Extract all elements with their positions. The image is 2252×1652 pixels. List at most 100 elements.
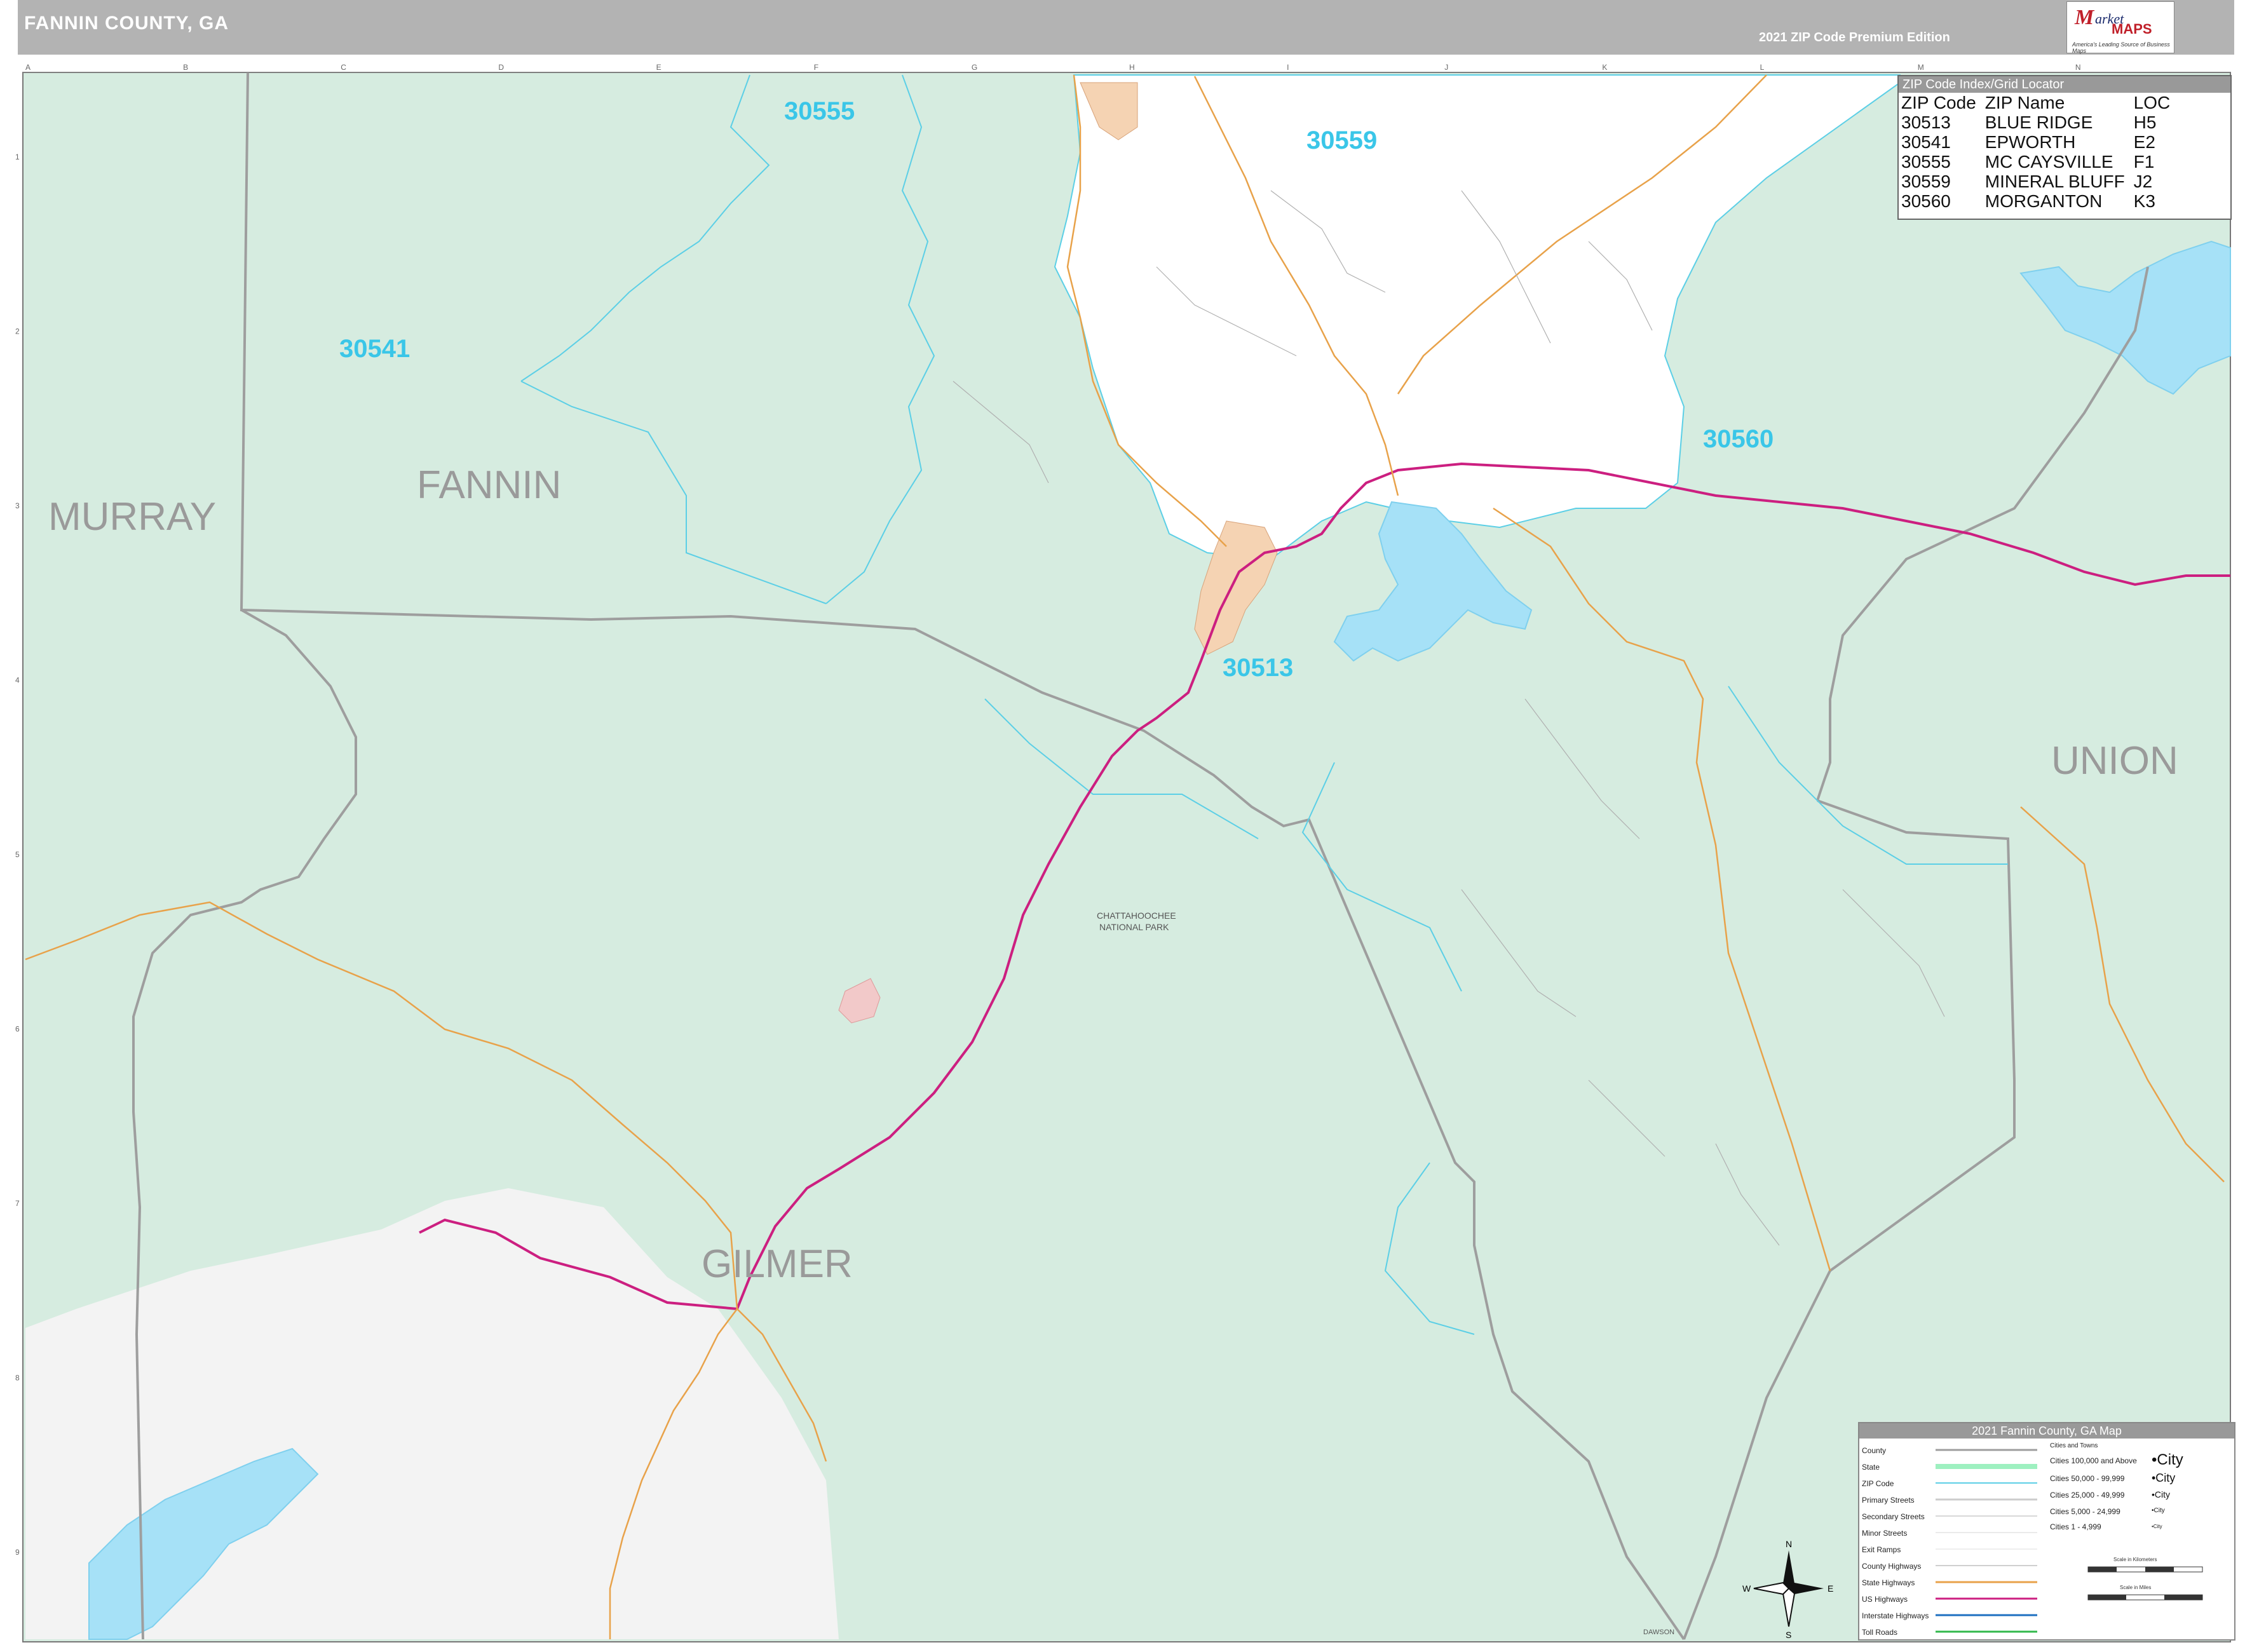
- grid-column-letter: K: [1602, 63, 1607, 72]
- grid-column-letter: N: [2075, 63, 2081, 72]
- legend-item: State Highways: [1862, 1578, 1915, 1587]
- legend-city-sample: •City: [2152, 1472, 2176, 1484]
- zip-label-30541: 30541: [339, 335, 410, 363]
- legend-title: 2021 Fannin County, GA Map: [1859, 1423, 2234, 1439]
- scale-bars: [2087, 1566, 2203, 1601]
- legend-item: County Highways: [1862, 1562, 1922, 1571]
- zip-index-row: 30555 MC CAYSVILLE F1: [1901, 152, 2179, 172]
- legend-city-class: Cities 25,000 - 49,999: [2050, 1491, 2125, 1500]
- map-legend: 2021 Fannin County, GA Map County State …: [1858, 1422, 2235, 1641]
- grid-row-number: 7: [15, 1199, 20, 1208]
- legend-item: Exit Ramps: [1862, 1545, 1901, 1554]
- zip-code-cell: 30560: [1901, 191, 1951, 211]
- legend-city-class: Cities 50,000 - 99,999: [2050, 1474, 2125, 1483]
- zip-index-header-name: ZIP Name: [1984, 93, 2065, 112]
- compass-s: S: [1786, 1630, 1791, 1639]
- legend-item: County: [1862, 1446, 1887, 1455]
- zip-code-cell: 30559: [1901, 172, 1951, 191]
- zip-index-row: 30559 MINERAL BLUFF J2: [1901, 172, 2179, 191]
- grid-column-letter: D: [498, 63, 504, 72]
- zip-code-cell: 30555: [1901, 152, 1951, 172]
- scale-mi-label: Scale in Miles: [2120, 1585, 2152, 1590]
- legend-line-swatches: [1936, 1449, 2037, 1633]
- zip-label-30559: 30559: [1306, 126, 1377, 154]
- legend-item: Interstate Highways: [1862, 1611, 1929, 1620]
- zip-index-row: 30560 MORGANTON K3: [1901, 191, 2179, 211]
- zip-name-cell: MC CAYSVILLE: [1984, 152, 2113, 172]
- compass-west-arrow: [1753, 1581, 1790, 1595]
- legend-city-class: Cities 1 - 4,999: [2050, 1522, 2101, 1531]
- grid-row-number: 2: [15, 327, 20, 336]
- zip-index-row: 30541 EPWORTH E2: [1901, 132, 2179, 152]
- zip-code-cell: 30541: [1901, 132, 1951, 152]
- grid-column-letter: L: [1760, 63, 1765, 72]
- compass-rose: N S W E: [1742, 1539, 1833, 1639]
- zip-code-cell: 30513: [1901, 112, 1951, 132]
- legend-item: ZIP Code: [1862, 1479, 1894, 1488]
- county-label-murray: MURRAY: [48, 495, 216, 539]
- grid-column-letter: G: [972, 63, 977, 72]
- zip-name-cell: BLUE RIDGE: [1984, 112, 2093, 132]
- zip-name-cell: MINERAL BLUFF: [1984, 172, 2125, 191]
- zip-name-cell: EPWORTH: [1984, 132, 2076, 152]
- county-label-union: UNION: [2051, 739, 2178, 783]
- compass-south-arrow: [1782, 1587, 1796, 1627]
- legend-item: State: [1862, 1463, 1880, 1472]
- grid-row-number: 1: [15, 152, 20, 161]
- legend-item: Toll Roads: [1862, 1628, 1898, 1637]
- legend-item: US Highways: [1862, 1595, 1908, 1604]
- zip-loc-cell: K3: [2133, 191, 2155, 211]
- legend-city-sample: •City: [2152, 1524, 2162, 1529]
- zip-loc-cell: F1: [2133, 152, 2155, 172]
- grid-row-number: 6: [15, 1024, 20, 1033]
- legend-city-sample: •City: [2152, 1451, 2183, 1468]
- county-label-fannin: FANNIN: [417, 463, 561, 507]
- zip-name-cell: MORGANTON: [1984, 191, 2103, 211]
- legend-cities-header: Cities and Towns: [2050, 1442, 2098, 1449]
- legend-city-class: Cities 5,000 - 24,999: [2050, 1507, 2120, 1516]
- grid-column-letter: M: [1918, 63, 1924, 72]
- zip-index-table: ZIP Code ZIP Name LOC 30513 BLUE RIDGE H…: [1901, 93, 2179, 211]
- grid-column-letter: B: [183, 63, 188, 72]
- zip-label-30555: 30555: [784, 97, 855, 125]
- dawson-label: DAWSON: [1643, 1628, 1674, 1636]
- compass-e: E: [1828, 1583, 1833, 1594]
- map-canvas[interactable]: A B C D E F G H I J K L M N 1 2 3 4 5 6 7 8 9 30555 30559 305…: [0, 0, 2252, 1652]
- zip-index-row: 30513 BLUE RIDGE H5: [1901, 112, 2179, 132]
- zip-label-30560: 30560: [1703, 425, 1774, 453]
- grid-column-letter: J: [1444, 63, 1448, 72]
- grid-column-letter: I: [1287, 63, 1289, 72]
- legend-item: Primary Streets: [1862, 1496, 1915, 1505]
- grid-column-letters: A B C D E F G H I J K L M N: [25, 63, 2081, 72]
- grid-row-number: 3: [15, 501, 20, 510]
- park-label: CHATTAHOOCHEE: [1097, 911, 1176, 921]
- grid-row-numbers: 1 2 3 4 5 6 7 8 9: [15, 152, 20, 1557]
- legend-city-sample: •City: [2152, 1507, 2165, 1514]
- compass-n: N: [1786, 1539, 1792, 1549]
- scale-km-label: Scale in Kilometers: [2113, 1557, 2157, 1562]
- zip-loc-cell: H5: [2133, 112, 2157, 132]
- legend-city-sample: •City: [2152, 1489, 2171, 1500]
- grid-column-letter: F: [814, 63, 818, 72]
- grid-row-number: 5: [15, 850, 20, 859]
- grid-row-number: 9: [15, 1548, 20, 1557]
- county-label-gilmer: GILMER: [702, 1242, 853, 1286]
- zip-index-box: ZIP Code Index/Grid Locator ZIP Code ZIP…: [1897, 75, 2232, 220]
- zip-index-header-row: ZIP Code ZIP Name LOC: [1901, 93, 2179, 112]
- compass-w: W: [1742, 1583, 1751, 1594]
- zip-index-header-loc: LOC: [2133, 93, 2171, 112]
- zip-index-title: ZIP Code Index/Grid Locator: [1899, 76, 2230, 93]
- compass-north-arrow: [1783, 1550, 1794, 1588]
- grid-row-number: 8: [15, 1373, 20, 1382]
- grid-column-letter: C: [341, 63, 346, 72]
- legend-item: Secondary Streets: [1862, 1512, 1925, 1521]
- legend-city-class: Cities 100,000 and Above: [2050, 1456, 2137, 1465]
- grid-column-letter: H: [1129, 63, 1135, 72]
- zip-index-header-zip: ZIP Code: [1901, 93, 1976, 112]
- grid-column-letter: E: [656, 63, 661, 72]
- legend-item: Minor Streets: [1862, 1529, 1908, 1538]
- zip-loc-cell: J2: [2133, 172, 2153, 191]
- zip-loc-cell: E2: [2133, 132, 2155, 152]
- grid-column-letter: A: [25, 63, 31, 72]
- zip-label-30513: 30513: [1223, 654, 1293, 682]
